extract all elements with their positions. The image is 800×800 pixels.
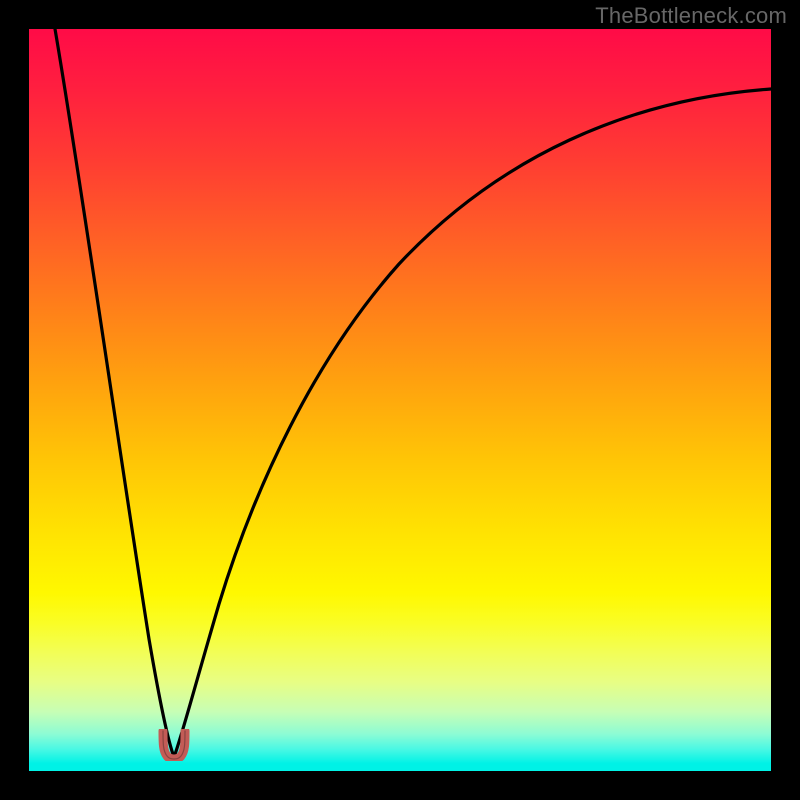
chart-area	[29, 29, 771, 771]
chart-background-gradient	[29, 29, 771, 771]
optimal-marker	[158, 729, 190, 761]
watermark: TheBottleneck.com	[595, 3, 787, 29]
